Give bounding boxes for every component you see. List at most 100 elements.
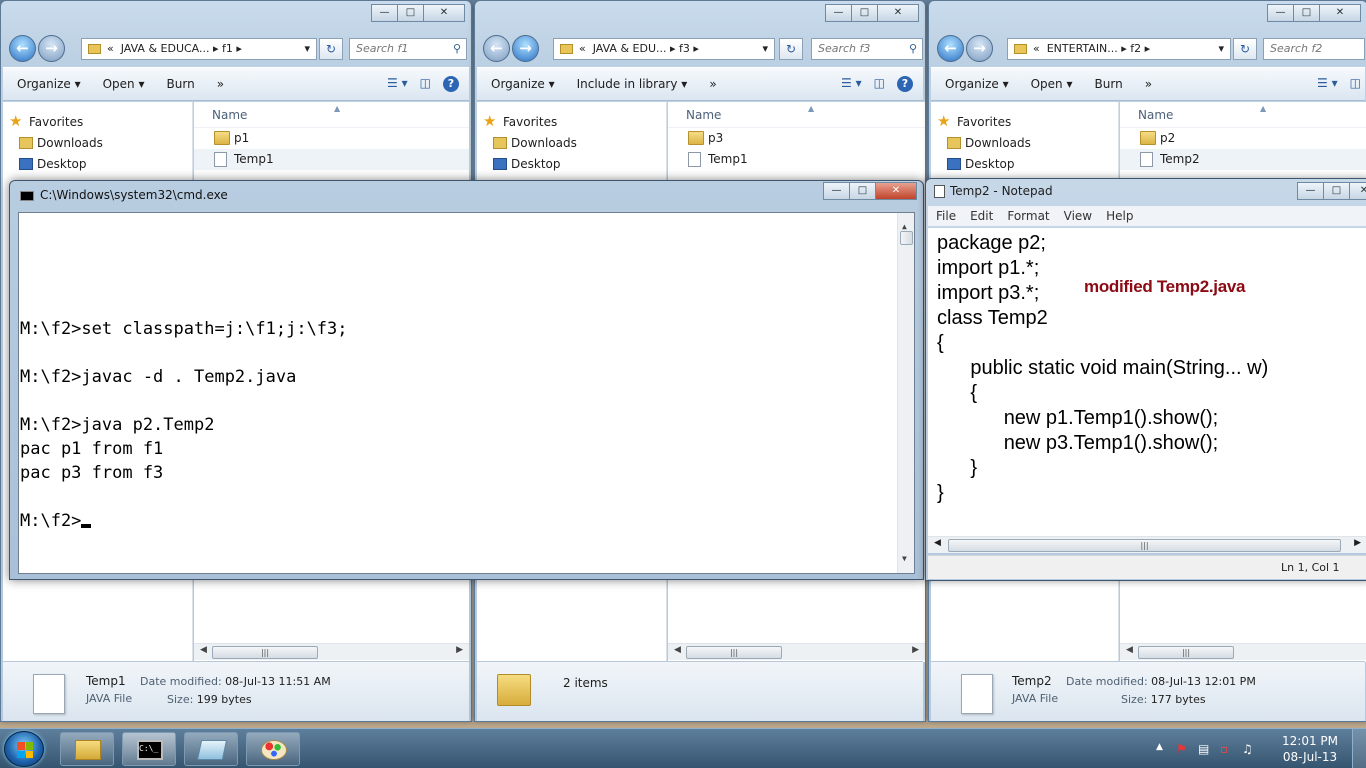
taskbar-explorer[interactable] <box>60 732 114 766</box>
maximize-icon[interactable]: □ <box>397 4 424 22</box>
show-hidden-icons[interactable]: ▲ <box>1156 742 1163 752</box>
minimize-icon[interactable]: — <box>371 4 398 22</box>
search-input[interactable]: Search f1 ⚲ <box>349 38 467 60</box>
breadcrumb-item[interactable]: f1 <box>222 42 233 55</box>
address-bar[interactable]: « ENTERTAIN... ▸ f2 ▸ ▾ <box>1007 38 1231 60</box>
chevron-down-icon[interactable]: ▾ <box>304 39 310 59</box>
menu-view[interactable]: View <box>1064 206 1092 226</box>
minimize-icon[interactable]: — <box>825 4 852 22</box>
search-icon[interactable]: ⚲ <box>909 39 917 59</box>
scroll-right-icon[interactable]: ▶ <box>1354 538 1361 548</box>
view-options-icon[interactable]: ☰ ▾ <box>387 76 408 92</box>
search-icon[interactable]: ⚲ <box>453 39 461 59</box>
menu-help[interactable]: Help <box>1106 206 1133 226</box>
close-icon[interactable]: ✕ <box>877 4 919 22</box>
console-output[interactable]: ▲ ▼ M:\f2>set classpath=j:\f1;j:\f3; M:\f… <box>18 212 915 574</box>
breadcrumb-item[interactable]: JAVA & EDUCA... <box>121 42 210 55</box>
show-desktop-button[interactable] <box>1352 729 1366 768</box>
close-icon[interactable]: ✕ <box>1319 4 1361 22</box>
list-item[interactable]: p3 <box>668 128 925 149</box>
column-header-name[interactable]: Name ▲ <box>1120 102 1366 128</box>
list-item[interactable]: p2 <box>1120 128 1366 149</box>
help-icon[interactable]: ? <box>443 76 459 92</box>
scroll-thumb[interactable]: ||| <box>212 646 318 659</box>
back-arrow-icon[interactable]: ← <box>9 35 36 62</box>
list-item[interactable]: p1 <box>194 128 469 149</box>
nav-downloads[interactable]: Downloads <box>931 133 1118 154</box>
nav-favorites[interactable]: ★ Favorites <box>477 112 666 133</box>
minimize-icon[interactable]: — <box>823 182 850 200</box>
nav-downloads[interactable]: Downloads <box>477 133 666 154</box>
open-button[interactable]: Open ▾ <box>103 77 145 91</box>
help-icon[interactable]: ? <box>897 76 913 92</box>
include-in-library-button[interactable]: Include in library ▾ <box>577 77 688 91</box>
scroll-thumb[interactable]: ||| <box>686 646 782 659</box>
scroll-down-icon[interactable]: ▼ <box>902 547 907 571</box>
nav-desktop[interactable]: Desktop <box>3 154 192 175</box>
menu-format[interactable]: Format <box>1007 206 1049 226</box>
scroll-left-icon[interactable]: ◀ <box>200 645 207 655</box>
preview-pane-icon[interactable]: ◫ <box>874 76 885 92</box>
address-bar[interactable]: « JAVA & EDUCA... ▸ f1 ▸ ▾ <box>81 38 317 60</box>
organize-button[interactable]: Organize ▾ <box>945 77 1009 91</box>
taskbar-notepad[interactable] <box>184 732 238 766</box>
list-item[interactable]: Temp2 <box>1120 149 1366 170</box>
burn-button[interactable]: Burn <box>1095 77 1123 91</box>
maximize-icon[interactable]: □ <box>851 4 878 22</box>
refresh-icon[interactable]: ↻ <box>779 38 803 60</box>
preview-pane-icon[interactable]: ◫ <box>1350 76 1361 90</box>
minimize-icon[interactable]: — <box>1297 182 1324 200</box>
network-icon[interactable]: ▤ <box>1198 742 1209 756</box>
horizontal-scrollbar[interactable]: ◀ ||| ▶ <box>194 643 469 660</box>
search-input[interactable]: Search f3 ⚲ <box>811 38 923 60</box>
close-icon[interactable]: ✕ <box>1349 182 1366 200</box>
scroll-right-icon[interactable]: ▶ <box>912 645 919 655</box>
nav-desktop[interactable]: Desktop <box>931 154 1118 175</box>
nav-desktop[interactable]: Desktop <box>477 154 666 175</box>
more-commands-button[interactable]: » <box>217 77 224 91</box>
back-arrow-icon[interactable]: ← <box>937 35 964 62</box>
horizontal-scrollbar[interactable]: ◀ ||| <box>1120 643 1366 660</box>
breadcrumb-overflow[interactable]: « <box>579 42 586 55</box>
scroll-thumb[interactable]: ||| <box>1138 646 1234 659</box>
taskbar-cmd[interactable]: C:\_ <box>122 732 176 766</box>
breadcrumb-item[interactable]: f2 <box>1130 42 1141 55</box>
volume-icon[interactable]: ♫ <box>1242 742 1253 756</box>
nav-favorites[interactable]: ★ Favorites <box>931 112 1118 133</box>
preview-pane-icon[interactable]: ◫ <box>420 76 431 92</box>
cmd-window[interactable]: C:\Windows\system32\cmd.exe — □ ✕ ▲ ▼ M:\… <box>9 180 924 580</box>
forward-arrow-icon[interactable]: → <box>966 35 993 62</box>
back-arrow-icon[interactable]: ← <box>483 35 510 62</box>
clock[interactable]: 12:01 PM 08-Jul-13 <box>1282 733 1338 765</box>
scroll-thumb[interactable]: ||| <box>948 539 1341 552</box>
forward-arrow-icon[interactable]: → <box>38 35 65 62</box>
maximize-icon[interactable]: □ <box>849 182 876 200</box>
vertical-scrollbar[interactable]: ▲ ▼ <box>897 213 914 573</box>
search-input[interactable]: Search f2 <box>1263 38 1365 60</box>
organize-button[interactable]: Organize ▾ <box>491 77 555 91</box>
more-commands-button[interactable]: » <box>1145 77 1152 91</box>
breadcrumb-overflow[interactable]: « <box>1033 42 1040 55</box>
breadcrumb-overflow[interactable]: « <box>107 42 114 55</box>
menu-file[interactable]: File <box>936 206 956 226</box>
maximize-icon[interactable]: □ <box>1293 4 1320 22</box>
view-options-icon[interactable]: ☰ ▾ <box>1317 76 1338 90</box>
minimize-icon[interactable]: — <box>1267 4 1294 22</box>
refresh-icon[interactable]: ↻ <box>319 38 343 60</box>
column-header-name[interactable]: Name ▲ <box>194 102 469 128</box>
close-icon[interactable]: ✕ <box>875 182 917 200</box>
burn-button[interactable]: Burn <box>167 77 195 91</box>
breadcrumb-item[interactable]: JAVA & EDU... <box>593 42 667 55</box>
maximize-icon[interactable]: □ <box>1323 182 1350 200</box>
notepad-window[interactable]: Temp2 - Notepad — □ ✕ File Edit Format V… <box>925 178 1366 581</box>
list-item[interactable]: Temp1 <box>194 149 469 170</box>
open-button[interactable]: Open ▾ <box>1031 77 1073 91</box>
forward-arrow-icon[interactable]: → <box>512 35 539 62</box>
menu-edit[interactable]: Edit <box>970 206 993 226</box>
scroll-left-icon[interactable]: ◀ <box>674 645 681 655</box>
chevron-down-icon[interactable]: ▾ <box>762 39 768 59</box>
breadcrumb-item[interactable]: f3 <box>679 42 690 55</box>
nav-downloads[interactable]: Downloads <box>3 133 192 154</box>
horizontal-scrollbar[interactable]: ◀ ||| ▶ <box>668 643 925 660</box>
text-editor[interactable]: package p2; import p1.*; import p3.*; class… <box>928 228 1366 541</box>
